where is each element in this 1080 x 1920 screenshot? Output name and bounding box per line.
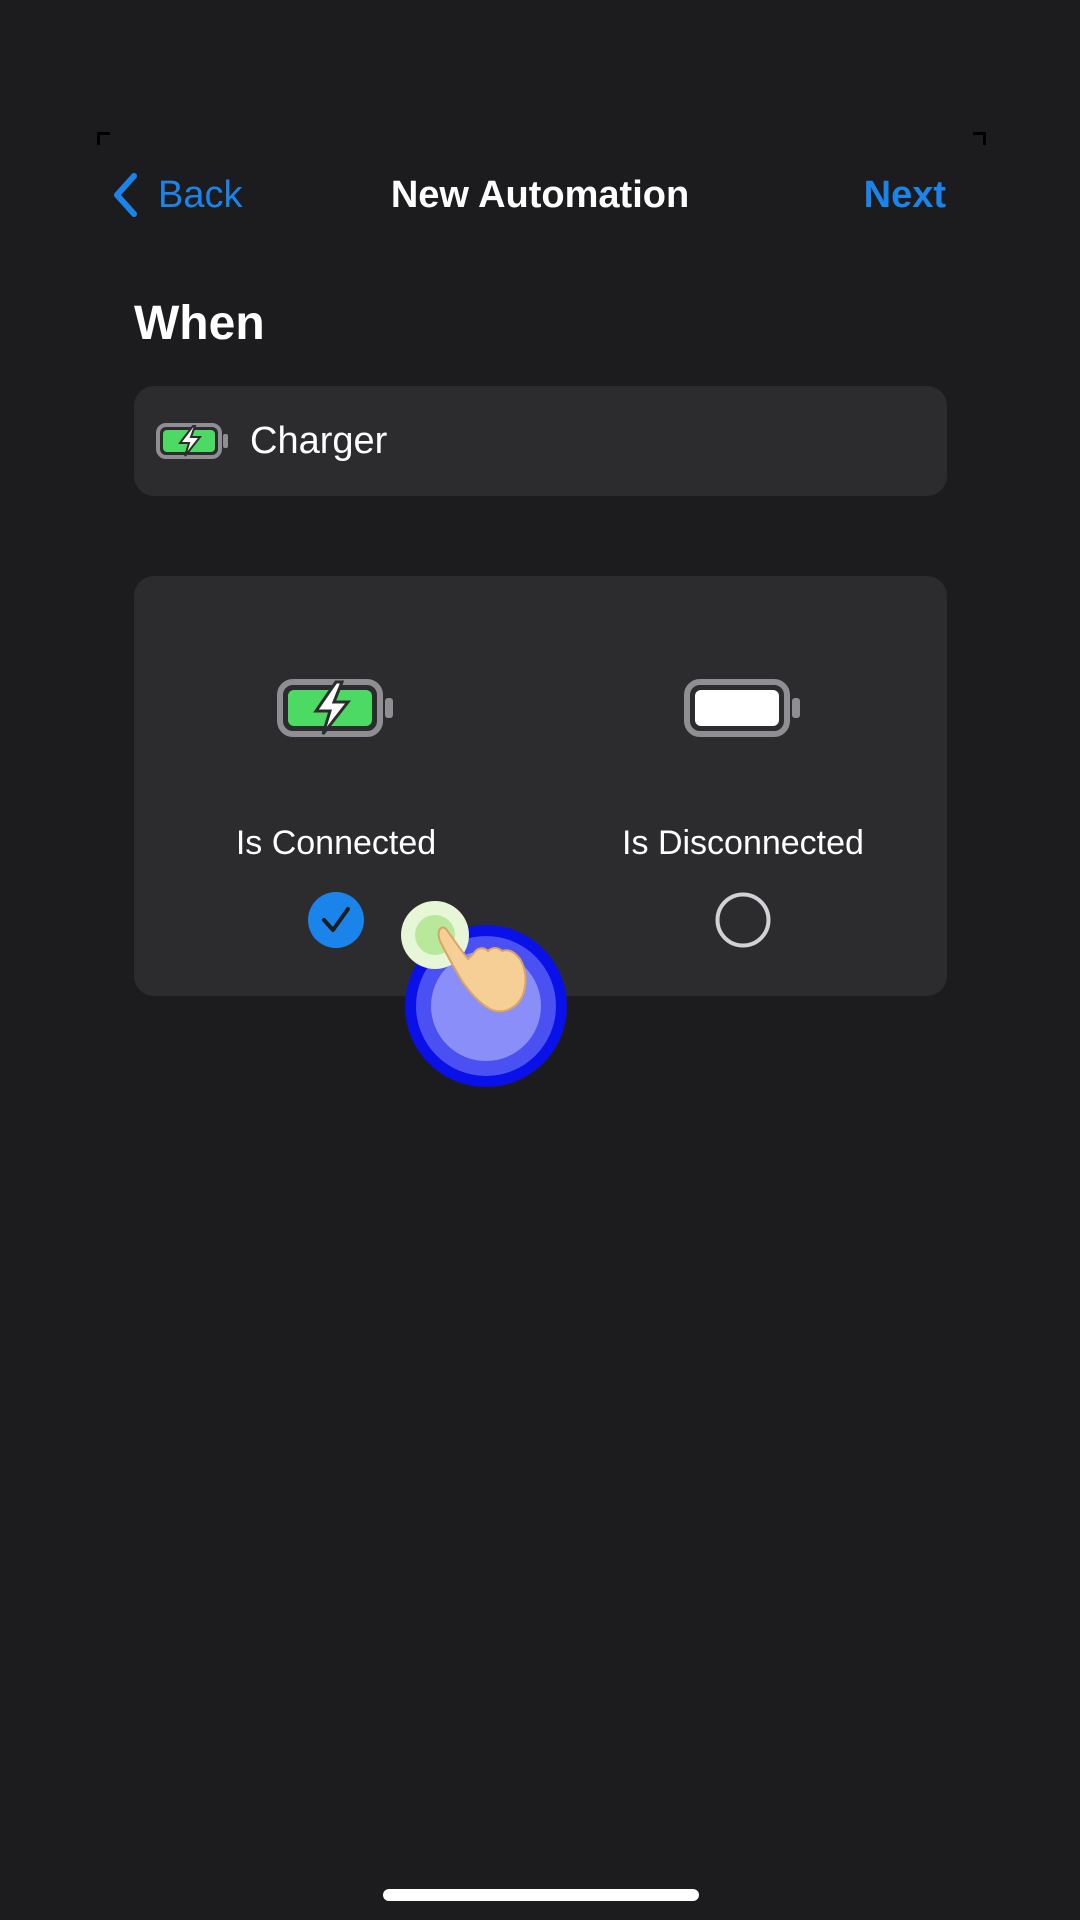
- next-button[interactable]: Next: [864, 160, 946, 230]
- options-card: Is Connected Is Disconnected: [134, 576, 947, 996]
- battery-full-icon: [543, 678, 943, 738]
- screen-corner-right: [973, 132, 986, 145]
- home-indicator[interactable]: [383, 1889, 699, 1901]
- screen-corner-left: [97, 132, 110, 145]
- option-is-disconnected[interactable]: Is Disconnected: [543, 576, 943, 996]
- navigation-bar: Back New Automation Next: [0, 160, 1080, 230]
- back-button-label: Back: [158, 173, 243, 216]
- option-label: Is Disconnected: [622, 824, 864, 862]
- section-title-when: When: [134, 297, 265, 350]
- trigger-row[interactable]: Charger: [134, 386, 947, 496]
- option-label: Is Connected: [235, 824, 437, 862]
- back-button[interactable]: Back: [112, 160, 242, 230]
- empty-circle-icon: [715, 892, 771, 948]
- checkmark-circle-icon: [308, 892, 364, 948]
- trigger-label: Charger: [250, 419, 388, 462]
- battery-charging-icon: [136, 678, 536, 738]
- option-is-connected[interactable]: Is Connected: [136, 576, 536, 996]
- chevron-left-icon: [114, 173, 137, 217]
- radio-unchecked[interactable]: [715, 892, 771, 948]
- radio-checked[interactable]: [308, 892, 364, 948]
- battery-charging-icon: [156, 421, 232, 461]
